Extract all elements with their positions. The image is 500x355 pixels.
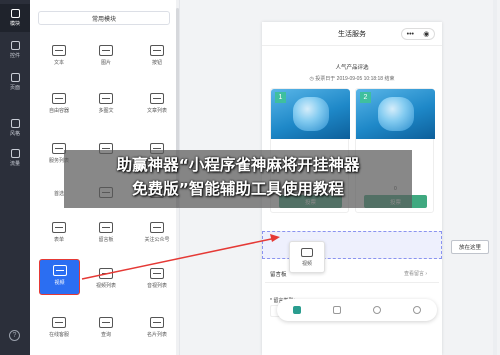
rail-item-controls[interactable]: 控件 bbox=[0, 36, 30, 64]
video-list-icon bbox=[99, 268, 113, 279]
follow-icon bbox=[150, 222, 164, 233]
more-icon[interactable]: ••• bbox=[407, 31, 414, 38]
message-board-title: 留言板 bbox=[270, 272, 287, 278]
vote-deadline: ◷ 投票日于 2019-09-05 10:18:18 结束 bbox=[309, 76, 395, 82]
tile-label: 按钮 bbox=[151, 60, 162, 66]
module-tile-article-list[interactable]: 文章列表 bbox=[139, 88, 175, 120]
rail-item-label: 风格 bbox=[9, 131, 20, 137]
home-icon bbox=[293, 306, 301, 314]
tile-label: 文章列表 bbox=[146, 108, 167, 114]
container-icon bbox=[52, 93, 66, 104]
bottle-image bbox=[293, 97, 329, 131]
drop-here-label: 放在这里 bbox=[451, 240, 489, 254]
article-list-icon bbox=[150, 93, 164, 104]
divider bbox=[265, 282, 439, 283]
module-tile-message-board[interactable]: 留言板 bbox=[88, 217, 124, 249]
module-tile-button[interactable]: 按钮 bbox=[139, 40, 175, 72]
left-rail: 模块 控件 页面 风格 流量 ? bbox=[0, 0, 30, 355]
rank-badge: 2 bbox=[360, 92, 371, 103]
rail-item-label: 模块 bbox=[9, 21, 20, 27]
audio-list-icon bbox=[150, 268, 164, 279]
rank-badge: 1 bbox=[275, 92, 286, 103]
page-icon bbox=[10, 73, 20, 82]
module-tile-video[interactable]: 视频 bbox=[39, 259, 80, 295]
module-tile-text[interactable]: 文本 bbox=[41, 40, 77, 72]
module-tile-multi-image-text[interactable]: 多图文 bbox=[88, 88, 124, 120]
rail-item-label: 流量 bbox=[9, 161, 20, 167]
text-icon bbox=[52, 45, 66, 56]
video-icon bbox=[301, 248, 313, 257]
phone-title: 生活服务 bbox=[338, 30, 366, 38]
list-icon bbox=[333, 306, 341, 314]
tile-label: 名片列表 bbox=[146, 332, 167, 338]
rail-item-pages[interactable]: 页面 bbox=[0, 68, 30, 96]
search-icon bbox=[99, 317, 113, 328]
video-icon bbox=[52, 265, 67, 276]
user-icon bbox=[413, 306, 421, 314]
module-tile-image[interactable]: 图片 bbox=[88, 40, 124, 72]
tile-label: 查询 bbox=[100, 332, 111, 338]
mini-program-capsule[interactable]: ••• ◉ bbox=[401, 28, 435, 40]
tile-label: 音视列表 bbox=[146, 283, 167, 289]
brush-icon bbox=[10, 119, 20, 128]
view-messages-link[interactable]: 查看留言 › bbox=[404, 270, 427, 277]
title-line-2: 免费版”智能辅助工具使用教程 bbox=[132, 180, 344, 198]
tile-label: 留言板 bbox=[98, 237, 114, 243]
multi-image-text-icon bbox=[99, 93, 113, 104]
message-board-icon bbox=[99, 222, 113, 233]
phone-tab-bar bbox=[277, 299, 437, 321]
tile-label: 在线客服 bbox=[48, 332, 69, 338]
phone-title-bar: 生活服务 ••• ◉ bbox=[262, 22, 442, 46]
plus-icon bbox=[10, 9, 20, 18]
rail-item-label: 页面 bbox=[9, 85, 20, 91]
module-tile-form[interactable]: 表单 bbox=[41, 217, 77, 249]
help-icon[interactable]: ? bbox=[9, 330, 20, 341]
tile-label: 图片 bbox=[100, 60, 111, 66]
service-icon bbox=[52, 317, 66, 328]
tile-label: 视频列表 bbox=[95, 283, 116, 289]
module-group-header[interactable]: 常用模块 bbox=[38, 11, 170, 25]
module-tile-audio-list[interactable]: 音视列表 bbox=[139, 263, 175, 295]
module-tile-video-list[interactable]: 视频列表 bbox=[88, 263, 124, 295]
chart-icon bbox=[10, 149, 20, 158]
tile-label: 首选 bbox=[53, 191, 64, 197]
module-tile-card-list[interactable]: 名片列表 bbox=[139, 312, 175, 344]
clock-icon bbox=[373, 306, 381, 314]
tile-label: 多图文 bbox=[98, 108, 114, 114]
tile-label: 视频 bbox=[301, 261, 312, 267]
rail-item-traffic[interactable]: 流量 bbox=[0, 144, 30, 172]
module-tile-container[interactable]: 自由容器 bbox=[41, 88, 77, 120]
tab-list[interactable] bbox=[331, 304, 343, 316]
tab-home[interactable] bbox=[291, 304, 303, 316]
module-tile-follow[interactable]: 关注公众号 bbox=[139, 217, 175, 249]
rail-item-style[interactable]: 风格 bbox=[0, 114, 30, 142]
tile-label: 自由容器 bbox=[48, 108, 69, 114]
title-overlay-text: 助赢神器“小程序雀神麻将开挂神器 免费版”智能辅助工具使用教程 bbox=[64, 153, 412, 201]
tile-label: 表单 bbox=[53, 237, 64, 243]
bottle-image bbox=[378, 97, 414, 131]
rail-item-modules[interactable]: 模块 bbox=[0, 4, 30, 32]
card-list-icon bbox=[150, 317, 164, 328]
form-icon bbox=[52, 222, 66, 233]
widget-icon bbox=[10, 41, 20, 50]
image-icon bbox=[99, 45, 113, 56]
module-tile-search[interactable]: 查询 bbox=[88, 312, 124, 344]
rail-item-label: 控件 bbox=[9, 53, 20, 59]
title-line-1: 助赢神器“小程序雀神麻将开挂神器 bbox=[116, 156, 360, 174]
tab-user[interactable] bbox=[411, 304, 423, 316]
button-icon bbox=[150, 45, 164, 56]
tile-label: 视频 bbox=[54, 280, 65, 286]
vote-title: 人气产品评选 bbox=[335, 65, 369, 71]
close-icon[interactable]: ◉ bbox=[423, 30, 429, 38]
tab-clock[interactable] bbox=[371, 304, 383, 316]
tile-label: 文本 bbox=[53, 60, 64, 66]
module-tile-online-service[interactable]: 在线客服 bbox=[41, 312, 77, 344]
tile-label: 关注公众号 bbox=[144, 237, 170, 243]
dragging-video-tile[interactable]: 视频 bbox=[289, 241, 325, 273]
page-scrollbar[interactable] bbox=[493, 0, 497, 355]
